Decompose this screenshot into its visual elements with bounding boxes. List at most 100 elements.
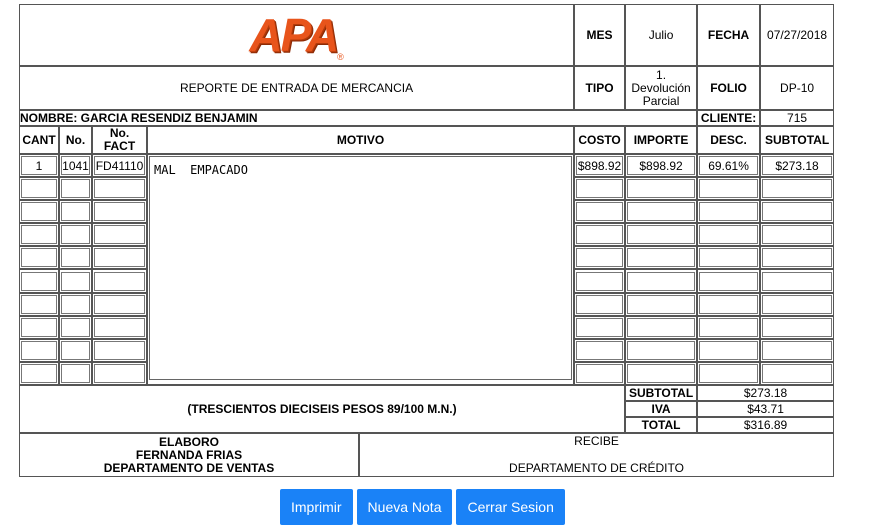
- empty-cell[interactable]: [762, 294, 833, 314]
- cliente-label: CLIENTE:: [697, 110, 761, 126]
- empty-cell[interactable]: [61, 248, 90, 268]
- nombre-cell: NOMBRE: GARCIA RESENDIZ BENJAMIN: [19, 110, 698, 126]
- empty-cell[interactable]: [94, 248, 145, 268]
- empty-cell[interactable]: [699, 340, 759, 360]
- empty-cell[interactable]: [762, 248, 833, 268]
- empty-cell[interactable]: [699, 179, 759, 199]
- folio-value: DP-10: [760, 66, 835, 110]
- table-row: 1 1041 FD41110 $898.92 $898.92 69.61% $2…: [19, 154, 835, 385]
- cell-cant[interactable]: 1: [21, 156, 57, 176]
- empty-cell[interactable]: [61, 271, 90, 291]
- motivo-textarea[interactable]: [149, 156, 573, 380]
- empty-cell[interactable]: [576, 340, 624, 360]
- empty-cell[interactable]: [21, 248, 57, 268]
- empty-cell[interactable]: [94, 202, 145, 222]
- empty-cell[interactable]: [699, 363, 759, 383]
- empty-cell[interactable]: [627, 294, 696, 314]
- empty-cell[interactable]: [94, 271, 145, 291]
- tipo-label: TIPO: [574, 66, 626, 110]
- empty-cell[interactable]: [576, 317, 624, 337]
- empty-cell[interactable]: [627, 340, 696, 360]
- signature-table: ELABORO FERNANDA FRIAS DEPARTAMENTO DE V…: [19, 433, 834, 477]
- empty-cell[interactable]: [21, 294, 57, 314]
- empty-cell[interactable]: [21, 340, 57, 360]
- empty-cell[interactable]: [94, 340, 145, 360]
- empty-cell[interactable]: [94, 225, 145, 245]
- empty-cell[interactable]: [21, 225, 57, 245]
- iva-label: IVA: [625, 401, 698, 417]
- empty-cell[interactable]: [94, 179, 145, 199]
- empty-cell[interactable]: [762, 271, 833, 291]
- elaboro-dept: DEPARTAMENTO DE VENTAS: [103, 460, 275, 475]
- cell-no[interactable]: 1041: [61, 156, 90, 176]
- empty-cell[interactable]: [699, 294, 759, 314]
- mes-label: MES: [574, 4, 626, 66]
- empty-cell[interactable]: [699, 202, 759, 222]
- cell-importe[interactable]: $898.92: [627, 156, 696, 176]
- empty-cell[interactable]: [94, 294, 145, 314]
- recibe-label: RECIBE: [574, 434, 619, 448]
- empty-cell[interactable]: [699, 248, 759, 268]
- empty-cell[interactable]: [576, 363, 624, 383]
- col-motivo: MOTIVO: [147, 126, 575, 154]
- motivo-cell: [147, 154, 575, 385]
- empty-cell[interactable]: [576, 225, 624, 245]
- empty-cell[interactable]: [627, 271, 696, 291]
- empty-cell[interactable]: [627, 179, 696, 199]
- empty-cell[interactable]: [762, 179, 833, 199]
- logo-cell: APA®: [19, 4, 575, 66]
- empty-cell[interactable]: [94, 317, 145, 337]
- empty-cell[interactable]: [21, 271, 57, 291]
- empty-cell[interactable]: [61, 294, 90, 314]
- empty-cell[interactable]: [61, 225, 90, 245]
- print-button[interactable]: Imprimir: [280, 489, 353, 525]
- empty-cell[interactable]: [61, 340, 90, 360]
- fecha-label: FECHA: [697, 4, 761, 66]
- empty-cell[interactable]: [699, 225, 759, 245]
- empty-cell[interactable]: [21, 179, 57, 199]
- col-importe: IMPORTE: [625, 126, 698, 154]
- mes-value: Julio: [625, 4, 698, 66]
- empty-cell[interactable]: [576, 248, 624, 268]
- empty-cell[interactable]: [627, 248, 696, 268]
- empty-cell[interactable]: [627, 363, 696, 383]
- empty-cell[interactable]: [762, 317, 833, 337]
- empty-cell[interactable]: [61, 363, 90, 383]
- amount-in-words: (TRESCIENTOS DIECISEIS PESOS 89/100 M.N.…: [19, 385, 626, 433]
- empty-cell[interactable]: [576, 271, 624, 291]
- empty-cell[interactable]: [21, 363, 57, 383]
- cell-subtotal[interactable]: $273.18: [762, 156, 833, 176]
- fecha-value: 07/27/2018: [760, 4, 835, 66]
- total-label: TOTAL: [625, 417, 698, 433]
- empty-cell[interactable]: [699, 317, 759, 337]
- empty-cell[interactable]: [61, 202, 90, 222]
- elaboro-name: FERNANDA FRIAS: [135, 447, 243, 462]
- empty-cell[interactable]: [576, 179, 624, 199]
- empty-cell[interactable]: [61, 317, 90, 337]
- report-form: APA® MES Julio FECHA 07/27/2018 REPORTE …: [19, 4, 835, 477]
- empty-cell[interactable]: [61, 179, 90, 199]
- empty-cell[interactable]: [762, 225, 833, 245]
- empty-cell[interactable]: [627, 225, 696, 245]
- cell-fact[interactable]: FD41110: [94, 156, 145, 176]
- logout-button[interactable]: Cerrar Sesion: [456, 489, 565, 525]
- empty-cell[interactable]: [576, 294, 624, 314]
- empty-cell[interactable]: [762, 202, 833, 222]
- empty-cell[interactable]: [699, 271, 759, 291]
- elaboro-label: ELABORO: [159, 434, 219, 449]
- new-note-button[interactable]: Nueva Nota: [356, 489, 453, 525]
- cell-costo[interactable]: $898.92: [576, 156, 624, 176]
- folio-label: FOLIO: [697, 66, 761, 110]
- col-nofact-line2: FACT: [103, 139, 136, 153]
- empty-cell[interactable]: [21, 202, 57, 222]
- empty-cell[interactable]: [627, 317, 696, 337]
- empty-cell[interactable]: [21, 317, 57, 337]
- cell-desc[interactable]: 69.61%: [699, 156, 759, 176]
- empty-cell[interactable]: [94, 363, 145, 383]
- empty-cell[interactable]: [762, 363, 833, 383]
- empty-cell[interactable]: [627, 202, 696, 222]
- empty-cell[interactable]: [762, 340, 833, 360]
- empty-cell[interactable]: [576, 202, 624, 222]
- cliente-value: 715: [760, 110, 835, 126]
- tipo-value-line2: Devolución: [631, 80, 691, 95]
